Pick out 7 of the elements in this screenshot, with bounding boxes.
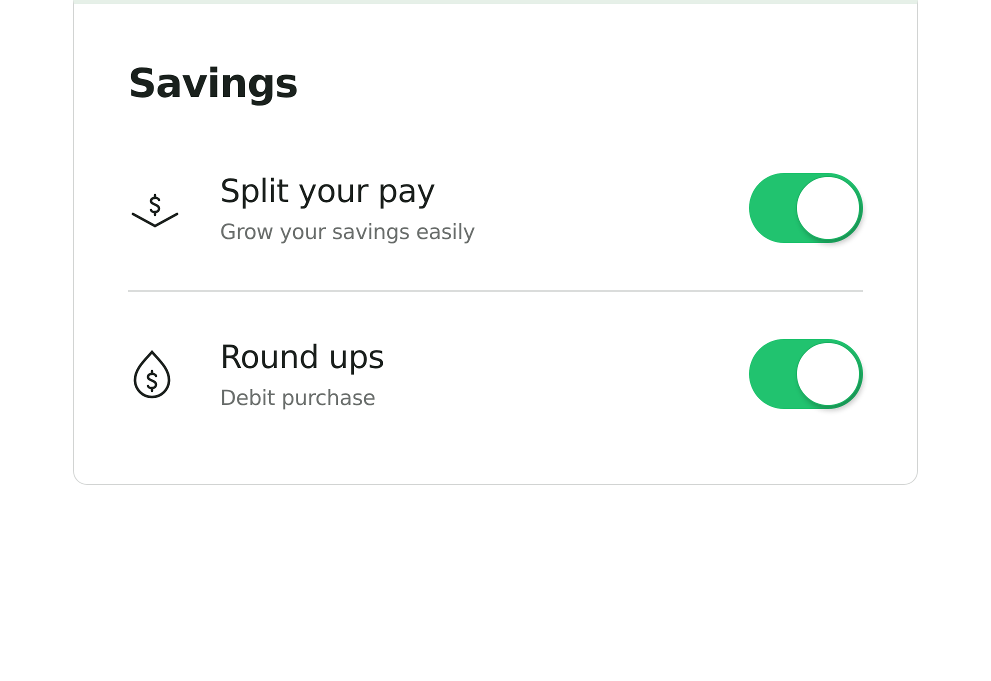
- setting-description: Debit purchase: [220, 386, 376, 410]
- setting-title: Split your pay: [220, 172, 436, 210]
- setting-description: Grow your savings easily: [220, 220, 476, 244]
- card-title: Savings: [128, 60, 299, 108]
- toggle-switch[interactable]: [749, 339, 863, 409]
- toggle-switch[interactable]: [749, 173, 863, 243]
- setting-title: Round ups: [220, 338, 386, 376]
